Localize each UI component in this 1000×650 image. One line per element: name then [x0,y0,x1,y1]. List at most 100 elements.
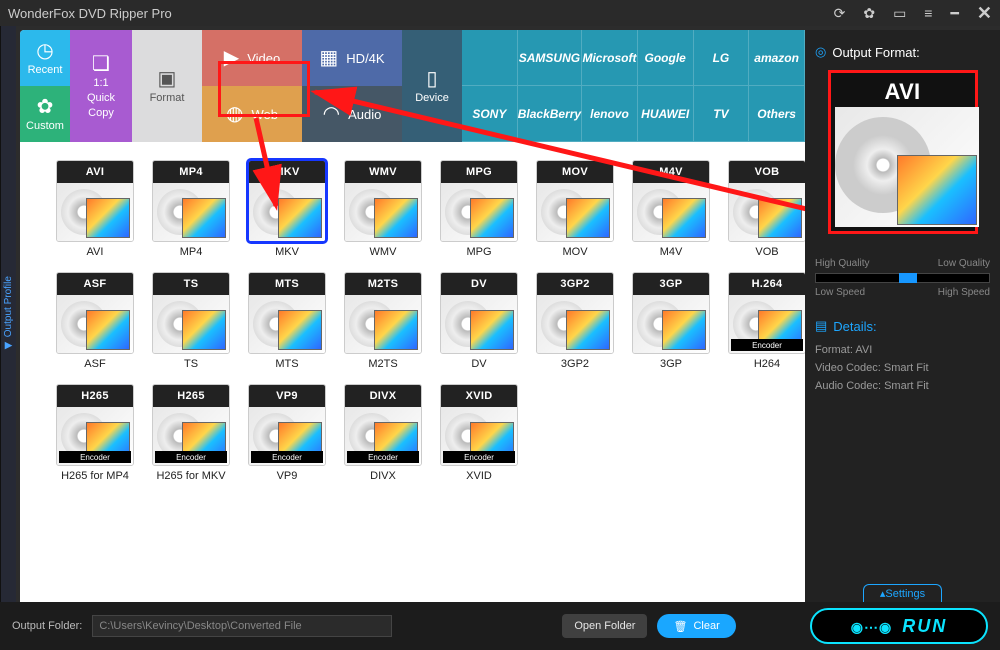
refresh-icon[interactable]: ⟳ [834,5,846,22]
open-folder-button[interactable]: Open Folder [562,614,647,638]
tile-badge: 3GP [633,273,709,295]
tile-badge: DV [441,273,517,295]
tile-badge: MTS [249,273,325,295]
brand-cell[interactable]: BlackBerry [518,86,582,142]
custom-tab[interactable]: ✿Custom [20,86,70,142]
quality-slider[interactable] [815,273,990,283]
format-grid-scroll[interactable]: AVIAVIMP4MP4MKVMKVWMVWMVMPGMPGMOVMOVM4VM… [20,142,805,602]
clear-button[interactable]: 🗑Clear [657,614,735,638]
brand-cell[interactable]: HUAWEI [638,86,694,142]
video-row-tab[interactable]: ▶Video [202,30,302,86]
tile-label: AVI [87,246,104,258]
hd4k-row-tab[interactable]: ▦HD/4K [302,30,402,86]
target-icon: ◎ [815,44,826,60]
format-tile[interactable]: 3GP23GP2 [530,272,620,370]
tile-badge: VP9 [249,385,325,407]
output-profile-side-tab[interactable]: ◀ Output Profile [0,26,16,602]
detail-format: Format: AVI [815,344,990,356]
titlebar: WonderFox DVD Ripper Pro ⟳ ✿ ▭ ≡ ━ ✕ [0,0,1000,26]
format-tile[interactable]: XVIDEncoderXVID [434,384,524,482]
trash-icon: 🗑 [673,620,687,633]
format-tile[interactable]: VP9EncoderVP9 [242,384,332,482]
brand-cell[interactable]: TV [694,86,750,142]
brand-cell[interactable]: SONY [462,86,518,142]
output-format-badge: AVI [835,77,971,107]
hamburger-icon[interactable]: ≡ [924,5,932,21]
list-icon: ▤ [815,318,827,334]
slider-knob[interactable] [899,273,917,283]
format-tile[interactable]: MPG MPG [434,160,524,258]
format-tile[interactable]: WMVWMV [338,160,428,258]
brand-grid: SAMSUNGMicrosoftGoogleLGamazon SONYBlackB… [462,30,805,142]
format-tile[interactable]: MOV MOV [530,160,620,258]
format-tile[interactable]: H265EncoderH265 for MKV [146,384,236,482]
run-button[interactable]: RUN [810,608,988,644]
format-tile[interactable]: DVDV [434,272,524,370]
format-tile[interactable]: AVI AVI [50,160,140,258]
category-ribbon: ◷Recent ✿Custom ❏1:1QuickCopy ▣Format ▶V… [20,30,805,142]
clock-icon: ◷ [36,41,53,61]
format-tile[interactable]: DIVXEncoderDIVX [338,384,428,482]
tile-label: H265 for MKV [156,470,225,482]
feedback-icon[interactable]: ▭ [893,5,906,22]
tile-badge: VOB [729,161,805,183]
quality-slider-zone: High QualityLow Quality Low SpeedHigh Sp… [815,258,990,298]
tile-label: XVID [466,470,492,482]
detail-acodec: Audio Codec: Smart Fit [815,380,990,392]
format-tile[interactable]: TSTS [146,272,236,370]
gear-icon[interactable]: ✿ [863,5,875,22]
tile-label: VP9 [277,470,298,482]
format-tile[interactable]: MP4MP4 [146,160,236,258]
output-format-preview[interactable]: AVI [828,70,978,234]
brand-cell[interactable] [462,30,518,86]
format-tile[interactable]: H.264EncoderH264 [722,272,805,370]
brand-cell[interactable]: lenovo [582,86,638,142]
tile-badge: H265 [57,385,133,407]
tile-badge: M2TS [345,273,421,295]
tile-label: MP4 [180,246,203,258]
web-row-tab[interactable]: ◍Web [202,86,302,142]
format-tile[interactable]: ASFASF [50,272,140,370]
right-panel: ◎Output Format: AVI High QualityLow Qual… [805,30,1000,602]
tile-label: MOV [562,246,587,258]
output-folder-input[interactable] [92,615,392,637]
minimize-icon[interactable]: ━ [950,5,958,22]
output-folder-label: Output Folder: [12,620,82,632]
quick-copy-tab[interactable]: ❏1:1QuickCopy [70,30,132,142]
format-tile[interactable]: VOBVOB [722,160,805,258]
format-tab[interactable]: ▣Format [132,30,202,142]
brand-cell[interactable]: SAMSUNG [518,30,582,86]
format-tile[interactable]: MTSMTS [242,272,332,370]
folder-play-icon: ▣ [158,69,177,89]
audio-row-tab[interactable]: ◠Audio [302,86,402,142]
format-tile[interactable]: 3GP3GP [626,272,716,370]
hd-icon: ▦ [319,48,338,68]
format-tile[interactable]: M2TS M2TS [338,272,428,370]
tile-badge: MKV [249,161,325,183]
format-tile[interactable]: M4VM4V [626,160,716,258]
device-tab[interactable]: ▯Device [402,30,462,142]
tile-label: MKV [275,246,299,258]
brand-cell[interactable]: Microsoft [582,30,638,86]
titlebar-icons: ⟳ ✿ ▭ ≡ ━ ✕ [834,3,992,24]
tile-badge: DIVX [345,385,421,407]
close-icon[interactable]: ✕ [977,3,992,24]
tile-badge: MPG [441,161,517,183]
tile-badge: MOV [537,161,613,183]
recent-tab[interactable]: ◷Recent [20,30,70,86]
tile-badge: ASF [57,273,133,295]
tile-label: 3GP2 [561,358,589,370]
brand-cell[interactable]: LG [694,30,750,86]
brand-cell[interactable]: Others [749,86,805,142]
tile-badge: WMV [345,161,421,183]
tile-label: MPG [466,246,491,258]
format-tile[interactable]: MKV MKV [242,160,332,258]
tile-label: M4V [660,246,683,258]
settings-toggle[interactable]: ▴Settings [863,584,942,602]
tile-badge: AVI [57,161,133,183]
tile-label: M2TS [368,358,397,370]
disc-spinner-icon [851,616,892,637]
format-tile[interactable]: H265EncoderH265 for MP4 [50,384,140,482]
brand-cell[interactable]: Google [638,30,694,86]
brand-cell[interactable]: amazon [749,30,805,86]
